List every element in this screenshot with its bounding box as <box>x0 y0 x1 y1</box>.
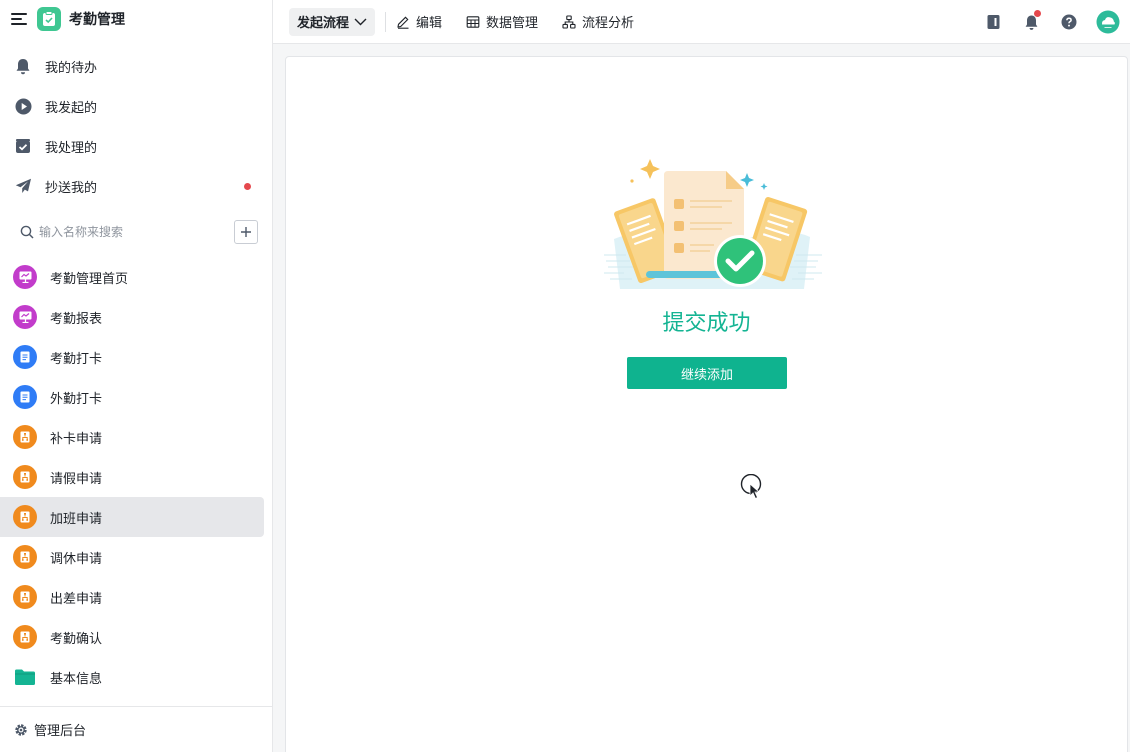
add-page-button[interactable] <box>234 220 258 244</box>
toolbar-divider <box>385 11 387 32</box>
nav-item-label: 抄送我的 <box>45 180 98 196</box>
task-check-icon <box>14 137 32 155</box>
nav-item-label: 我发起的 <box>45 100 98 116</box>
flow-icon <box>13 425 37 449</box>
page-item[interactable]: 补卡申请 <box>0 417 264 457</box>
gear-icon <box>14 723 28 737</box>
nav-item-label: 我处理的 <box>45 140 98 156</box>
form-icon <box>13 345 37 369</box>
nav-list: 我的待办 我发起的 我处理的 抄送我的 <box>0 46 272 206</box>
sidebar-header: 考勤管理 <box>0 0 272 38</box>
admin-console-link[interactable]: 管理后台 <box>0 706 272 752</box>
data-management-button[interactable]: 数据管理 <box>466 12 538 31</box>
main-content: 提交成功 继续添加 <box>285 56 1128 752</box>
edit-button[interactable]: 编辑 <box>396 12 442 31</box>
chevron-down-icon <box>354 18 367 26</box>
flow-icon <box>13 585 37 609</box>
page-item[interactable]: 请假申请 <box>0 457 264 497</box>
page-item[interactable]: 考勤管理首页 <box>0 257 264 297</box>
notification-dot <box>1034 10 1041 17</box>
continue-add-button[interactable]: 继续添加 <box>627 357 787 389</box>
pencil-icon <box>396 15 410 29</box>
flow-icon <box>13 465 37 489</box>
start-flow-label: 发起流程 <box>297 16 350 31</box>
nav-item-cc-me[interactable]: 抄送我的 <box>0 166 272 206</box>
flow-chart-icon <box>562 14 576 29</box>
app-logo-icon <box>37 7 61 31</box>
page-item[interactable]: 考勤报表 <box>0 297 264 337</box>
success-title: 提交成功 <box>662 311 751 336</box>
page-item[interactable]: 出差申请 <box>0 577 264 617</box>
nav-item-my-handled[interactable]: 我处理的 <box>0 126 272 166</box>
book-icon[interactable] <box>982 11 1004 33</box>
app-title: 考勤管理 <box>69 12 125 28</box>
page-item-label: 基本信息 <box>50 671 103 687</box>
page-item-label: 考勤管理首页 <box>50 271 129 287</box>
unread-dot <box>244 183 251 190</box>
page-item-label: 外勤打卡 <box>50 391 103 407</box>
page-item-label: 补卡申请 <box>50 431 103 447</box>
page-search <box>0 213 272 251</box>
nav-item-my-started[interactable]: 我发起的 <box>0 86 272 126</box>
page-item-label: 加班申请 <box>50 511 103 527</box>
send-icon <box>14 177 32 195</box>
page-item-label: 调休申请 <box>50 551 103 567</box>
flow-icon <box>13 545 37 569</box>
sidebar: 考勤管理 我的待办 我发起的 我处理的 抄送我的 输入名称来搜索 考勤管理首页 … <box>0 0 273 752</box>
flow-analysis-button[interactable]: 流程分析 <box>562 12 634 31</box>
plus-icon <box>241 227 251 237</box>
page-item-active[interactable]: 加班申请 <box>0 497 264 537</box>
search-icon <box>20 225 34 239</box>
page-list: 考勤管理首页 考勤报表 考勤打卡 外勤打卡 补卡申请 请假申请 加班申请 调休申… <box>0 257 272 697</box>
flow-icon <box>13 505 37 529</box>
nav-item-label: 我的待办 <box>45 60 98 76</box>
flow-analysis-label: 流程分析 <box>582 16 635 31</box>
nav-item-my-todo[interactable]: 我的待办 <box>0 46 272 86</box>
mouse-cursor-icon <box>740 474 762 500</box>
notification-bell-icon[interactable] <box>1020 10 1042 33</box>
help-icon[interactable] <box>1058 11 1080 33</box>
page-item-label: 请假申请 <box>50 471 103 487</box>
admin-console-label: 管理后台 <box>34 724 87 739</box>
data-management-label: 数据管理 <box>486 16 539 31</box>
page-item-label: 考勤确认 <box>50 631 103 647</box>
top-right-actions <box>966 0 1120 44</box>
menu-icon[interactable] <box>11 13 27 25</box>
top-toolbar: 发起流程 编辑 数据管理 流程分析 <box>273 0 1130 44</box>
flow-icon <box>13 625 37 649</box>
page-item[interactable]: 调休申请 <box>0 537 264 577</box>
submit-success-illustration <box>604 159 822 289</box>
edit-label: 编辑 <box>416 16 443 31</box>
page-item-folder[interactable]: 基本信息 <box>0 657 264 697</box>
page-item-label: 出差申请 <box>50 591 103 607</box>
play-circle-icon <box>14 97 32 115</box>
page-item[interactable]: 考勤打卡 <box>0 337 264 377</box>
folder-icon <box>13 665 37 689</box>
page-item-label: 考勤打卡 <box>50 351 103 367</box>
dashboard-icon <box>13 265 37 289</box>
form-icon <box>13 385 37 409</box>
page-item[interactable]: 考勤确认 <box>0 617 264 657</box>
table-icon <box>466 15 480 29</box>
dashboard-icon <box>13 305 37 329</box>
user-avatar[interactable] <box>1096 10 1120 34</box>
page-item-label: 考勤报表 <box>50 311 103 327</box>
start-flow-dropdown[interactable]: 发起流程 <box>289 7 376 36</box>
page-item[interactable]: 外勤打卡 <box>0 377 264 417</box>
search-input[interactable] <box>39 225 234 239</box>
bell-icon <box>14 57 32 75</box>
